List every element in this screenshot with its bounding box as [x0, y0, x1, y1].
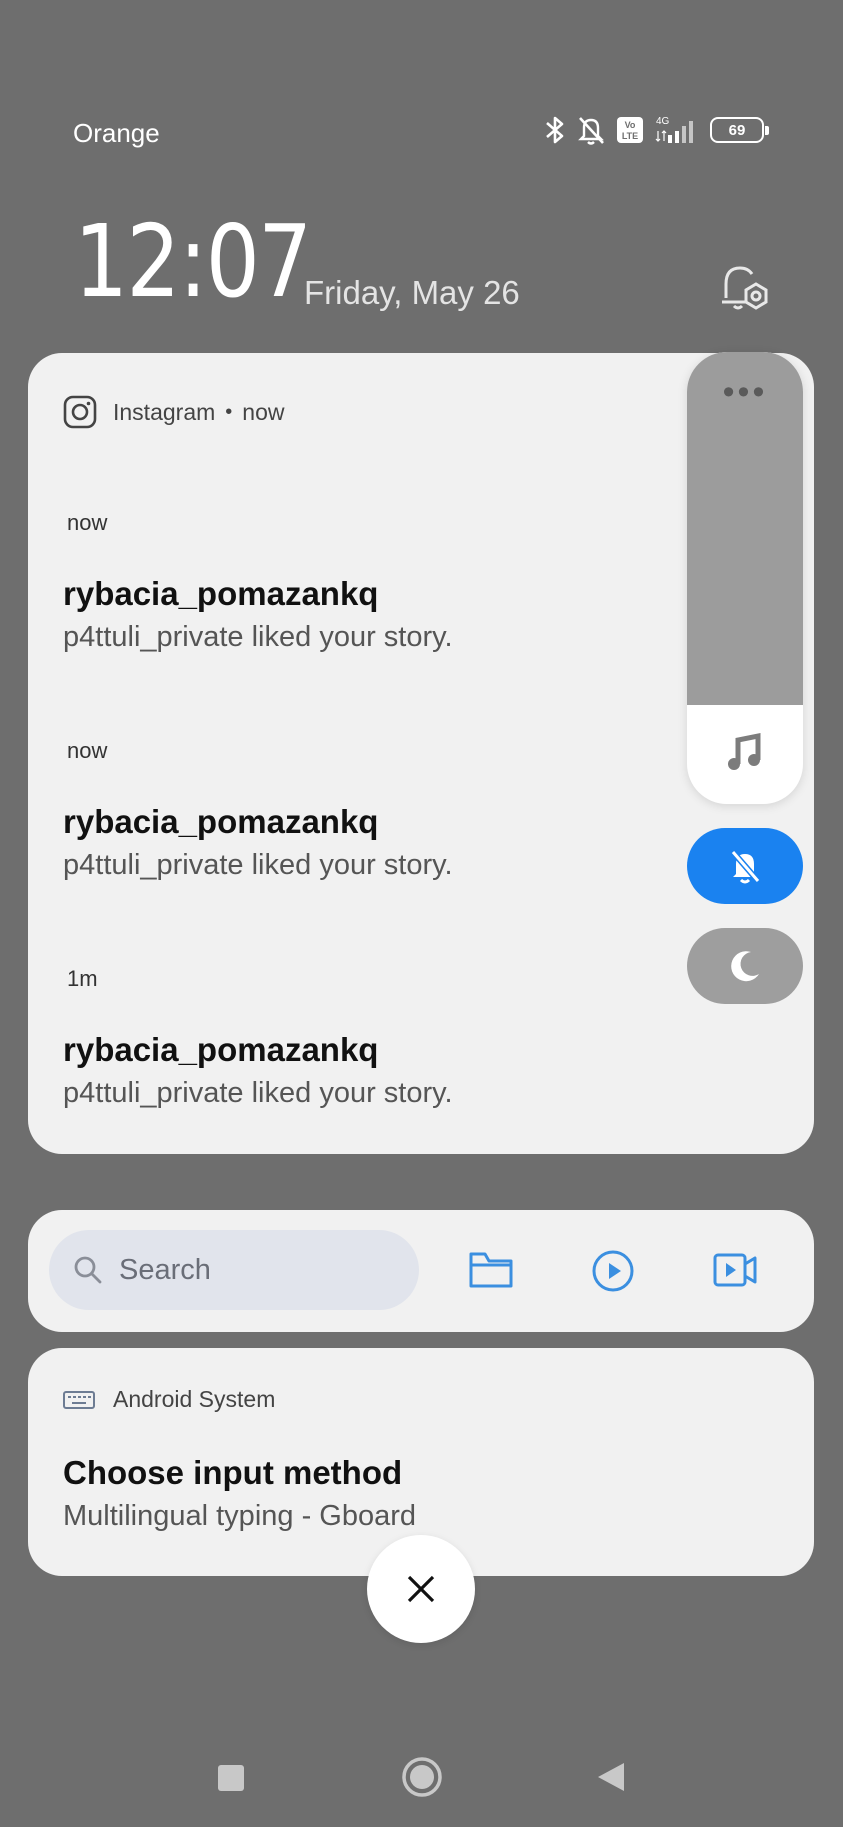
separator-dot: • [225, 400, 233, 423]
mute-toggle-button[interactable] [687, 828, 803, 904]
clear-notifications-button[interactable] [367, 1535, 475, 1643]
date: Friday, May 26 [304, 274, 520, 311]
more-options-icon[interactable]: ••• [687, 375, 803, 409]
back-button[interactable] [596, 1761, 626, 1793]
notification-body: p4ttuli_private liked your story. [63, 1077, 453, 1109]
app-header: Android System [63, 1386, 275, 1413]
recents-button[interactable] [218, 1765, 244, 1791]
app-name: Android System [113, 1386, 276, 1412]
music-note-icon [728, 732, 761, 770]
notification-title: rybacia_pomazankq [63, 575, 379, 612]
notification-time: 1m [67, 966, 98, 991]
notification-body: p4ttuli_private liked your story. [63, 621, 453, 653]
play-icon[interactable] [590, 1248, 636, 1294]
do-not-disturb-button[interactable] [687, 928, 803, 1004]
notification-time: now [67, 738, 108, 763]
instagram-icon [63, 395, 97, 429]
search-placeholder: Search [119, 1253, 211, 1286]
app-name: Instagram [113, 398, 216, 425]
app-time: now [242, 398, 285, 425]
folder-icon[interactable] [468, 1250, 514, 1290]
notification-title: rybacia_pomazankq [63, 1031, 379, 1068]
svg-text:LTE: LTE [622, 131, 638, 141]
notification-body: p4ttuli_private liked your story. [63, 849, 453, 881]
keyboard-icon [63, 1390, 95, 1409]
volume-slider[interactable]: ••• [687, 352, 803, 804]
svg-text:Vo: Vo [625, 120, 636, 130]
muted-bell-icon [730, 850, 761, 884]
search-input[interactable]: Search [49, 1230, 419, 1310]
battery-level: 69 [728, 121, 746, 139]
status-icons: Vo LTE 4G 69 [544, 114, 769, 146]
volte-icon: VoLTE [617, 117, 643, 143]
notification-time: now [67, 510, 108, 535]
search-icon [74, 1256, 102, 1284]
notification-settings-icon[interactable] [716, 260, 772, 321]
battery-icon: 69 [710, 117, 769, 143]
carrier-name: Orange [73, 118, 160, 148]
video-icon[interactable] [712, 1250, 758, 1290]
app-header: Instagram • now [63, 395, 284, 429]
notification-body: Multilingual typing - Gboard [63, 1500, 417, 1532]
network-label: 4G [656, 116, 670, 127]
notification-title: Choose input method [63, 1454, 403, 1491]
bluetooth-icon [546, 116, 564, 144]
close-icon [407, 1575, 435, 1603]
moon-icon [731, 951, 759, 982]
clock: 12:07 [74, 203, 312, 320]
muted-bell-icon [578, 117, 604, 145]
search-card: Search [28, 1210, 814, 1332]
home-button[interactable] [401, 1756, 443, 1798]
notification-title: rybacia_pomazankq [63, 803, 379, 840]
signal-icon: 4G [655, 116, 693, 143]
